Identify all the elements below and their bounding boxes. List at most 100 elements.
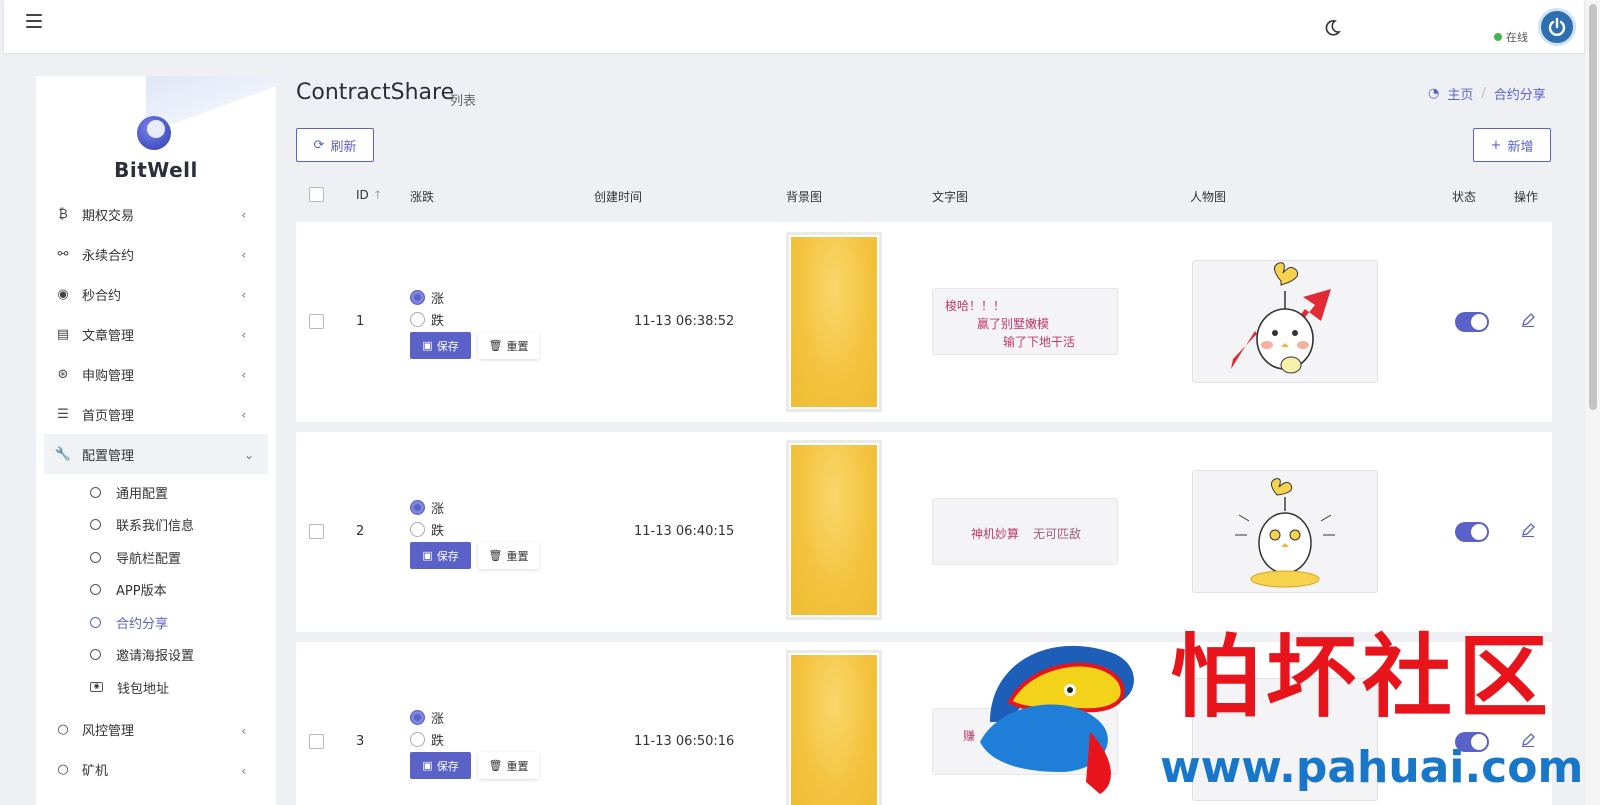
refresh-icon: ⟳ [313, 137, 325, 153]
plus-icon: + [1490, 137, 1502, 153]
sidebar-item-options[interactable]: ₿ 期权交易 ‹ [36, 194, 276, 234]
column-rise-fall: 涨跌 [410, 190, 435, 204]
save-icon: ▣ [422, 759, 433, 772]
character-thumbnail[interactable] [1192, 470, 1378, 593]
column-id[interactable]: ID ↑ [356, 188, 383, 202]
page-scrollbar[interactable] [1586, 0, 1600, 805]
row-id: 3 [356, 734, 365, 749]
sidebar-item-label: 风控管理 [82, 724, 135, 739]
save-button[interactable]: ▣ 保存 [410, 332, 471, 359]
radio-down[interactable]: 跌 [410, 728, 444, 750]
sidebar-item-label: 配置管理 [82, 448, 135, 464]
edit-icon[interactable] [1521, 523, 1535, 537]
circle-icon [90, 649, 101, 661]
dark-mode-icon[interactable] [1322, 18, 1342, 38]
reset-button[interactable]: 🗑 重置 [478, 332, 539, 359]
list-icon: ☰ [57, 406, 69, 422]
trash-icon: 🗑 [488, 339, 503, 352]
radio-down[interactable]: 跌 [410, 308, 444, 330]
newspaper-icon: ▤ [56, 326, 70, 342]
radio-unchecked-icon [410, 521, 425, 537]
menu-toggle-icon[interactable] [26, 14, 42, 28]
radio-label: 涨 [431, 501, 445, 517]
sub-item-label: 通用配置 [116, 486, 169, 502]
breadcrumb-current: 合约分享 [1493, 88, 1546, 103]
sub-item-label: 邀请海报设置 [116, 649, 195, 665]
row-checkbox[interactable] [309, 314, 324, 329]
table-header: ID ↑ 涨跌 创建时间 背景图 文字图 人物图 状态 操作 [296, 178, 1552, 214]
circle-icon: ○ [57, 762, 69, 777]
select-all-checkbox[interactable] [309, 187, 324, 202]
power-icon [1548, 17, 1566, 36]
sidebar-item-config[interactable]: 🔧 配置管理 ⌄ [44, 434, 268, 474]
radio-up[interactable]: 涨 [410, 496, 444, 518]
sub-item-navbar-config[interactable]: 导航栏配置 [36, 541, 276, 574]
row-checkbox[interactable] [309, 524, 324, 539]
sub-item-label: APP版本 [116, 584, 167, 600]
background-thumbnail[interactable] [786, 650, 882, 805]
sub-item-general-config[interactable]: 通用配置 [36, 476, 276, 509]
reset-label: 重置 [506, 339, 529, 353]
sidebar-item-miner[interactable]: ○ 矿机 ‹ [36, 750, 276, 790]
refresh-label: 刷新 [330, 139, 357, 155]
background-thumbnail[interactable] [786, 232, 882, 412]
background-thumbnail[interactable] [786, 440, 882, 620]
column-background: 背景图 [786, 190, 823, 204]
sub-item-contract-share[interactable]: 合约分享 [36, 606, 276, 639]
status-toggle[interactable] [1455, 522, 1489, 542]
save-button[interactable]: ▣ 保存 [410, 542, 471, 569]
character-thumbnail[interactable] [1192, 260, 1378, 383]
sidebar-item-label: 申购管理 [82, 368, 135, 384]
breadcrumb-home[interactable]: 主页 [1447, 84, 1473, 103]
radio-checked-icon [410, 499, 425, 515]
radio-up[interactable]: 涨 [410, 286, 444, 308]
sidebar-item-label: 文章管理 [82, 328, 135, 344]
sub-item-wallet-address[interactable]: ◉ 钱包地址 [36, 671, 276, 704]
rise-fall-radios: 涨 跌 [410, 706, 444, 750]
add-button[interactable]: + 新增 [1473, 128, 1551, 162]
sub-item-invite-poster[interactable]: 邀请海报设置 [36, 639, 276, 672]
radio-up[interactable]: 涨 [410, 706, 444, 728]
edit-icon[interactable] [1521, 313, 1535, 327]
column-id-label: ID [356, 188, 369, 202]
column-status: 状态 [1452, 190, 1477, 204]
scrollbar-thumb[interactable] [1589, 4, 1597, 410]
brand-name: BitWell [114, 158, 198, 182]
reset-button[interactable]: 🗑 重置 [478, 542, 539, 569]
sub-item-contact-info[interactable]: 联系我们信息 [36, 509, 276, 542]
dot-circle-icon: ◉ [57, 286, 69, 302]
text-image-thumbnail[interactable]: 梭哈！！！ 赢了别墅嫩模 输了下地干活 [932, 288, 1118, 355]
sidebar-menu: ₿ 期权交易 ‹ ⚯ 永续合约 ‹ ◉ 秒合约 ‹ ▤ 文章管理 ‹ ⊛ 申购管理 ‹ ☰ 首页管理 ‹… [36, 194, 276, 790]
sidebar-item-articles[interactable]: ▤ 文章管理 ‹ [36, 314, 276, 354]
radio-label: 跌 [431, 733, 445, 749]
wrench-icon: 🔧 [54, 446, 72, 462]
sub-item-label: 钱包地址 [117, 681, 170, 697]
save-button[interactable]: ▣ 保存 [410, 752, 471, 779]
column-character: 人物图 [1190, 190, 1227, 204]
sidebar-item-homepage[interactable]: ☰ 首页管理 ‹ [36, 394, 276, 434]
text-line: 赢了别墅嫩模 [977, 317, 1050, 331]
sidebar-item-risk[interactable]: ○ 风控管理 ‹ [36, 710, 276, 750]
status-toggle[interactable] [1455, 312, 1489, 332]
radio-down[interactable]: 跌 [410, 518, 444, 540]
online-status: 在线 [1494, 29, 1528, 45]
save-icon: ▣ [422, 339, 433, 352]
sidebar-item-perpetual[interactable]: ⚯ 永续合约 ‹ [36, 234, 276, 274]
reset-label: 重置 [506, 549, 529, 563]
refresh-button[interactable]: ⟳ 刷新 [296, 128, 374, 162]
row-checkbox[interactable] [309, 734, 324, 749]
reset-button[interactable]: 🗑 重置 [478, 752, 539, 779]
circle-icon [90, 584, 101, 596]
avatar[interactable] [1538, 8, 1576, 46]
sidebar-item-seconds-contract[interactable]: ◉ 秒合约 ‹ [36, 274, 276, 314]
created-time: 11-13 06:38:52 [634, 314, 735, 329]
text-image-thumbnail[interactable]: 神机妙算 无可匹敌 [932, 498, 1118, 565]
wallet-icon: ◉ [90, 682, 103, 693]
sub-item-app-version[interactable]: APP版本 [36, 574, 276, 607]
chevron-left-icon: ‹ [241, 328, 246, 342]
text-line: 神机妙算 [971, 527, 1020, 541]
chevron-down-icon: ⌄ [243, 448, 254, 462]
radio-checked-icon [410, 709, 425, 725]
sidebar-item-subscription[interactable]: ⊛ 申购管理 ‹ [36, 354, 276, 394]
brand-logo [137, 116, 171, 150]
